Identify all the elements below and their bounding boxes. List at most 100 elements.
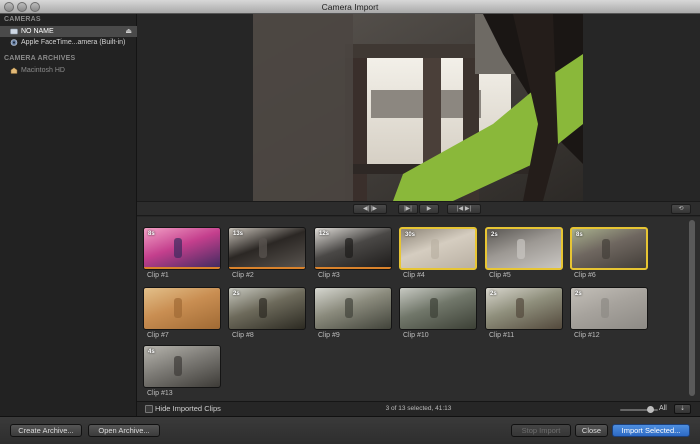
imported-indicator	[144, 267, 220, 269]
sidebar-item-macintosh-hd[interactable]: Macintosh HD	[0, 65, 137, 76]
clip-thumbnail[interactable]	[314, 287, 392, 330]
clip-item[interactable]: 4s Clip #13	[143, 345, 221, 397]
clip-thumbnail[interactable]: 8s	[143, 227, 221, 270]
clip-item[interactable]: 2s Clip #5	[485, 227, 563, 279]
clip-thumbnail-detail	[516, 298, 525, 319]
clip-label: Clip #5	[489, 272, 511, 279]
clip-item[interactable]: 8s Clip #6	[570, 227, 648, 279]
clip-thumbnail-detail	[430, 238, 439, 259]
selection-status: 3 of 13 selected, 41:13	[385, 405, 452, 412]
import-selected-button[interactable]: Import Selected...	[612, 424, 690, 437]
clip-thumbnail[interactable]: 12s	[314, 227, 392, 270]
clip-item[interactable]: 2s Clip #12	[570, 287, 648, 339]
clip-label: Clip #10	[403, 332, 429, 339]
clip-thumbnail[interactable]: 4s	[143, 345, 221, 388]
clip-thumbnail[interactable]: 2s	[485, 227, 563, 270]
window-title: Camera Import	[321, 2, 379, 12]
clip-label: Clip #4	[403, 272, 425, 279]
drive-icon	[10, 28, 18, 35]
clip-thumbnail-detail	[174, 298, 183, 319]
transport-bar: ◀| |▶ |▶| ▶ |◀ ▶| ⟲	[137, 201, 700, 216]
clip-item[interactable]: Clip #7	[143, 287, 221, 339]
zoom-all-label: All	[659, 405, 667, 412]
close-button[interactable]: Close	[575, 424, 608, 437]
sidebar-item-label: Macintosh HD	[21, 67, 65, 74]
clip-item[interactable]: 8s Clip #1	[143, 227, 221, 279]
sidebar-item-no-name[interactable]: NO NAME ⏏	[0, 26, 137, 37]
clip-thumbnail-detail	[259, 298, 268, 319]
clip-item[interactable]: 13s Clip #2	[228, 227, 306, 279]
sidebar-item-facetime-camera[interactable]: Apple FaceTime...amera (Built-in)	[0, 37, 137, 48]
clip-label: Clip #9	[318, 332, 340, 339]
clip-item[interactable]: Clip #9	[314, 287, 392, 339]
clip-duration: 2s	[575, 291, 582, 297]
clip-thumbnail-detail	[259, 238, 268, 259]
clip-appearance-button[interactable]: ⇣	[674, 404, 691, 414]
clip-label: Clip #3	[318, 272, 340, 279]
loop-button[interactable]: ⟲	[671, 204, 691, 214]
viewer-area	[137, 14, 700, 201]
go-to-end-button[interactable]: |◀ ▶|	[447, 204, 481, 214]
clip-duration: 30s	[405, 232, 416, 238]
previous-frame-button[interactable]: ◀| |▶	[353, 204, 387, 214]
clip-label: Clip #2	[232, 272, 254, 279]
clip-duration: 2s	[233, 291, 240, 297]
clip-item[interactable]: 30s Clip #4	[399, 227, 477, 279]
hard-drive-icon	[10, 67, 18, 74]
clip-duration: 4s	[148, 349, 155, 355]
clip-duration: 13s	[233, 231, 244, 237]
clip-label: Clip #1	[147, 272, 169, 279]
clip-zoom-slider-knob[interactable]	[647, 406, 654, 413]
clip-thumbnail[interactable]: 13s	[228, 227, 306, 270]
clip-label: Clip #7	[147, 332, 169, 339]
clip-thumbnail-detail	[516, 238, 525, 259]
stop-import-button[interactable]: Stop Import	[511, 424, 571, 437]
camera-archives-heading: CAMERA ARCHIVES	[4, 55, 76, 62]
clip-label: Clip #11	[489, 332, 515, 339]
sidebar-item-label: Apple FaceTime...amera (Built-in)	[21, 39, 126, 46]
eject-icon[interactable]: ⏏	[125, 26, 132, 37]
clip-item[interactable]: Clip #10	[399, 287, 477, 339]
facetime-camera-icon	[10, 39, 18, 46]
clip-thumbnail-detail	[174, 356, 183, 377]
clip-label: Clip #6	[574, 272, 596, 279]
create-archive-button[interactable]: Create Archive...	[10, 424, 82, 437]
clip-thumbnail-detail	[345, 238, 354, 259]
clip-item[interactable]: 12s Clip #3	[314, 227, 392, 279]
clip-thumbnail[interactable]	[399, 287, 477, 330]
clip-item[interactable]: 2s Clip #8	[228, 287, 306, 339]
clip-thumbnail[interactable]: 2s	[228, 287, 306, 330]
scrollbar-knob[interactable]	[689, 220, 695, 396]
clip-thumbnail[interactable]: 2s	[485, 287, 563, 330]
dialog-footer: Create Archive... Open Archive... Stop I…	[0, 416, 700, 444]
cameras-heading: CAMERAS	[4, 16, 41, 23]
browser-bottom-bar: Hide Imported Clips 3 of 13 selected, 41…	[137, 401, 700, 416]
clip-duration: 8s	[576, 232, 583, 238]
clip-thumbnail[interactable]	[143, 287, 221, 330]
clip-thumbnail-detail	[345, 298, 354, 319]
clip-item[interactable]: 2s Clip #11	[485, 287, 563, 339]
clip-browser: 8s Clip #1 13s Clip #2 12s Clip #3 30s Clip #4 2…	[137, 217, 700, 401]
play-button[interactable]: ▶	[419, 204, 439, 214]
clip-duration: 2s	[491, 232, 498, 238]
clip-thumbnail[interactable]: 8s	[570, 227, 648, 270]
clip-label: Clip #8	[232, 332, 254, 339]
clip-thumbnail-detail	[430, 298, 439, 319]
camera-import-window: Camera Import CAMERAS NO NAME ⏏ Apple Fa…	[0, 0, 700, 444]
clip-thumbnail-detail	[601, 298, 610, 319]
clip-duration: 2s	[490, 291, 497, 297]
go-to-start-button[interactable]: |▶|	[398, 204, 418, 214]
browser-scrollbar[interactable]	[689, 220, 695, 396]
clip-thumbnail[interactable]: 30s	[399, 227, 477, 270]
open-archive-button[interactable]: Open Archive...	[88, 424, 160, 437]
title-bar: Camera Import	[0, 0, 700, 14]
clip-thumbnail-detail	[601, 238, 610, 259]
clip-thumbnail-detail	[174, 238, 183, 259]
clip-label: Clip #13	[147, 390, 173, 397]
clip-thumbnail[interactable]: 2s	[570, 287, 648, 330]
imported-indicator	[315, 267, 391, 269]
video-preview	[253, 14, 583, 201]
video-frame-image	[253, 14, 583, 201]
sidebar-item-label: NO NAME	[21, 28, 54, 35]
clip-duration: 8s	[148, 231, 155, 237]
